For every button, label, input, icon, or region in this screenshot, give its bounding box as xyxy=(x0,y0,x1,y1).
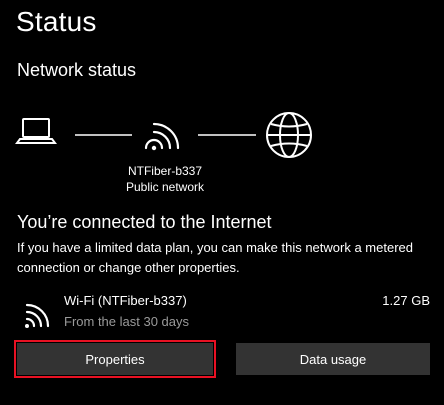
globe-icon xyxy=(266,112,312,158)
network-status-heading: Network status xyxy=(17,60,137,80)
data-usage-row: Wi-Fi (NTFiber-b337) From the last 30 da… xyxy=(0,290,444,334)
network-type: Public network xyxy=(125,180,205,194)
connection-status-heading: You’re connected to the Internet xyxy=(17,212,272,232)
network-diagram-graphic xyxy=(15,112,312,158)
wifi-icon xyxy=(144,122,180,151)
page-title: Status xyxy=(16,6,97,37)
adapter-name: Wi-Fi (NTFiber-b337) xyxy=(64,293,187,308)
network-name: NTFiber-b337 xyxy=(127,164,203,178)
properties-button[interactable]: Properties xyxy=(14,340,216,378)
usage-period: From the last 30 days xyxy=(64,314,189,329)
data-usage-button[interactable]: Data usage xyxy=(236,343,430,375)
usage-amount: 1.27 GB xyxy=(382,293,430,308)
laptop-icon xyxy=(15,118,57,144)
connection-description: If you have a limited data plan, you can… xyxy=(17,240,413,275)
network-diagram: NTFiber-b337 Public network xyxy=(0,105,444,195)
wifi-icon xyxy=(25,303,50,328)
